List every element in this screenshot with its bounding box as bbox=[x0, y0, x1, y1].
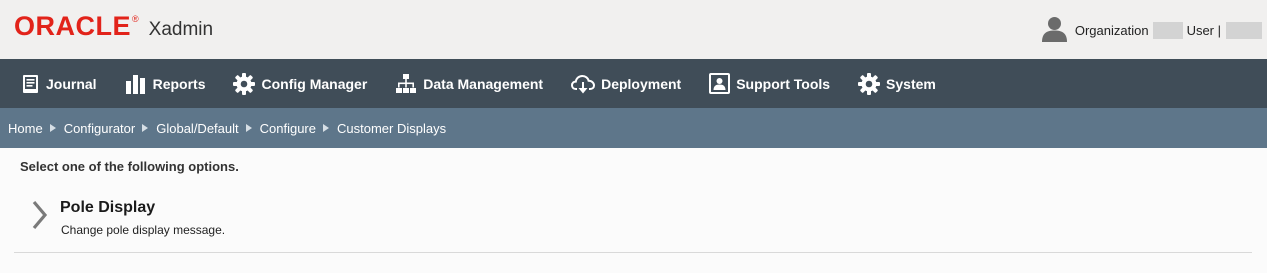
nav-support-tools-label: Support Tools bbox=[736, 75, 831, 92]
breadcrumb-global-default[interactable]: Global/Default bbox=[156, 121, 238, 136]
nav-reports[interactable]: Reports bbox=[125, 74, 206, 94]
support-icon bbox=[709, 73, 731, 94]
hierarchy-icon bbox=[396, 73, 417, 93]
nav-system[interactable]: System bbox=[858, 72, 936, 95]
option-pole-display[interactable]: Pole Display Change pole display message… bbox=[14, 190, 1252, 253]
breadcrumb-configure[interactable]: Configure bbox=[260, 121, 316, 136]
nav-journal[interactable]: Journal bbox=[22, 74, 97, 94]
user-label: User | bbox=[1186, 23, 1221, 38]
breadcrumb-configurator[interactable]: Configurator bbox=[64, 121, 136, 136]
main-nav: Journal Reports Config Manager Data Mana… bbox=[0, 59, 1267, 108]
organization-value-redacted bbox=[1152, 22, 1183, 39]
user-info: Organization User | bbox=[1041, 16, 1262, 45]
nav-deployment-label: Deployment bbox=[601, 75, 682, 92]
oracle-logo[interactable]: ORACLE ® Xadmin bbox=[14, 13, 213, 40]
breadcrumb-separator-icon bbox=[142, 124, 149, 132]
nav-config-manager-label: Config Manager bbox=[261, 75, 368, 92]
registered-mark: ® bbox=[132, 13, 139, 24]
app-name: Xadmin bbox=[148, 18, 214, 40]
gear-icon bbox=[233, 72, 256, 95]
journal-icon bbox=[23, 74, 38, 93]
organization-label: Organization bbox=[1074, 23, 1149, 38]
nav-reports-label: Reports bbox=[152, 75, 206, 92]
page-instructions: Select one of the following options. bbox=[20, 159, 239, 174]
logo-wordmark: ORACLE bbox=[14, 11, 131, 41]
cloud-download-icon bbox=[571, 74, 596, 93]
gear-icon bbox=[858, 72, 881, 95]
nav-system-label: System bbox=[886, 75, 936, 92]
breadcrumb-separator-icon bbox=[245, 124, 252, 132]
nav-support-tools[interactable]: Support Tools bbox=[709, 73, 830, 94]
option-description: Change pole display message. bbox=[61, 223, 226, 237]
breadcrumb-home[interactable]: Home bbox=[8, 121, 43, 136]
user-avatar-icon[interactable] bbox=[1041, 16, 1068, 45]
nav-data-management-label: Data Management bbox=[423, 75, 544, 92]
app-header: ORACLE ® Xadmin Organization User | bbox=[0, 0, 1267, 59]
breadcrumb-separator-icon bbox=[323, 124, 329, 132]
nav-deployment[interactable]: Deployment bbox=[571, 73, 681, 95]
chevron-right-icon bbox=[32, 200, 48, 230]
nav-journal-label: Journal bbox=[46, 75, 97, 92]
main-content: Select one of the following options. Pol… bbox=[0, 148, 1267, 273]
breadcrumb-separator-icon bbox=[49, 124, 56, 132]
user-value-redacted[interactable] bbox=[1226, 22, 1262, 39]
nav-data-management[interactable]: Data Management bbox=[395, 73, 543, 95]
breadcrumb: Home Configurator Global/Default Configu… bbox=[0, 108, 1267, 148]
option-title: Pole Display bbox=[60, 199, 156, 216]
nav-config-manager[interactable]: Config Manager bbox=[233, 72, 368, 95]
breadcrumb-customer-displays: Customer Displays bbox=[337, 120, 447, 136]
bar-chart-icon bbox=[125, 74, 145, 94]
